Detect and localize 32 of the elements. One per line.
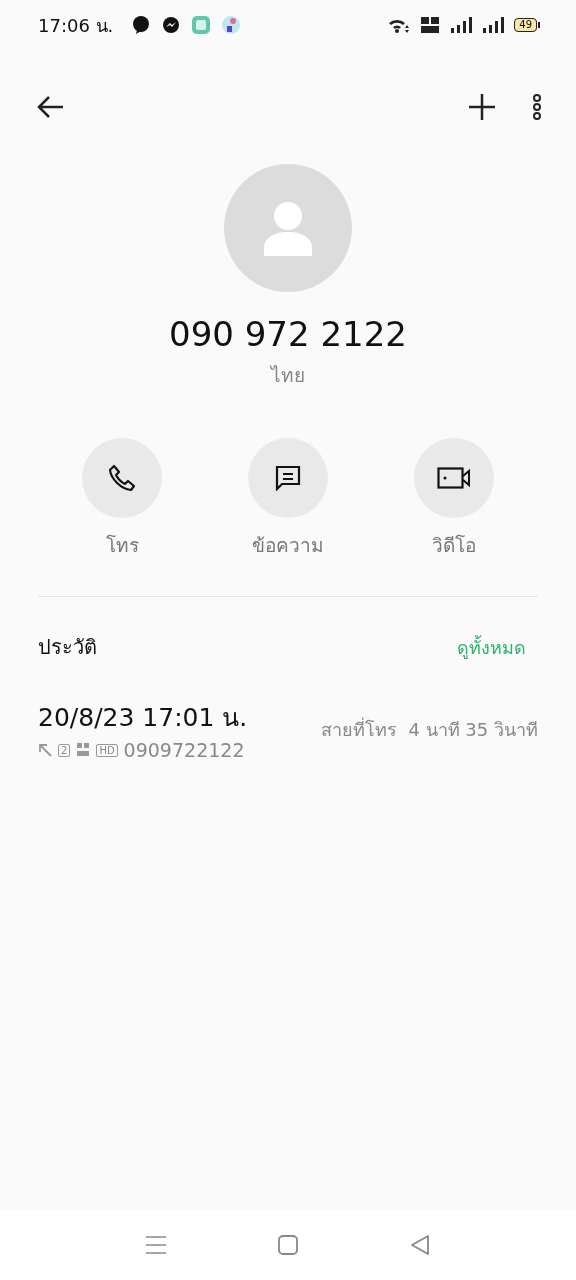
status-time: 17:06 น. bbox=[38, 13, 114, 38]
signal-icon bbox=[450, 16, 473, 34]
app-icon bbox=[221, 15, 242, 35]
more-button[interactable] bbox=[532, 94, 542, 120]
hd-indicator: HD bbox=[96, 743, 118, 757]
call-log-entry[interactable]: 20/8/23 17:01 น. 2 HD 0909722122 สายที่โทร 4 นาที 35 วินาที bbox=[38, 697, 538, 761]
add-button[interactable] bbox=[468, 93, 496, 121]
back-nav-button[interactable] bbox=[409, 1234, 431, 1256]
sim-indicator: 2 bbox=[58, 743, 71, 757]
action-label: วิดีโอ bbox=[432, 533, 476, 558]
signal-icon bbox=[482, 16, 505, 34]
volte-icon bbox=[420, 15, 441, 35]
home-button[interactable] bbox=[277, 1234, 299, 1256]
person-icon bbox=[262, 200, 314, 256]
action-label: ข้อความ bbox=[252, 533, 324, 558]
battery-level: 49 bbox=[514, 18, 537, 32]
phone-icon bbox=[107, 463, 137, 493]
back-button[interactable] bbox=[36, 94, 66, 120]
call-datetime: 20/8/23 17:01 น. bbox=[38, 702, 248, 734]
chat-app-icon bbox=[131, 15, 152, 35]
video-camera-icon bbox=[437, 467, 471, 489]
call-duration: สายที่โทร 4 นาที 35 วินาที bbox=[321, 716, 538, 742]
location-label: ไทย bbox=[271, 363, 305, 388]
section-title: ประวัติ bbox=[38, 634, 97, 661]
message-icon bbox=[275, 465, 301, 491]
outgoing-arrow-icon bbox=[38, 743, 52, 757]
volte-icon bbox=[76, 742, 91, 758]
call-number: 0909722122 bbox=[123, 739, 245, 761]
app-icon bbox=[191, 15, 212, 35]
messenger-icon bbox=[161, 15, 182, 35]
action-label: โทร bbox=[105, 533, 139, 558]
phone-number: 090 972 2122 bbox=[169, 314, 407, 354]
